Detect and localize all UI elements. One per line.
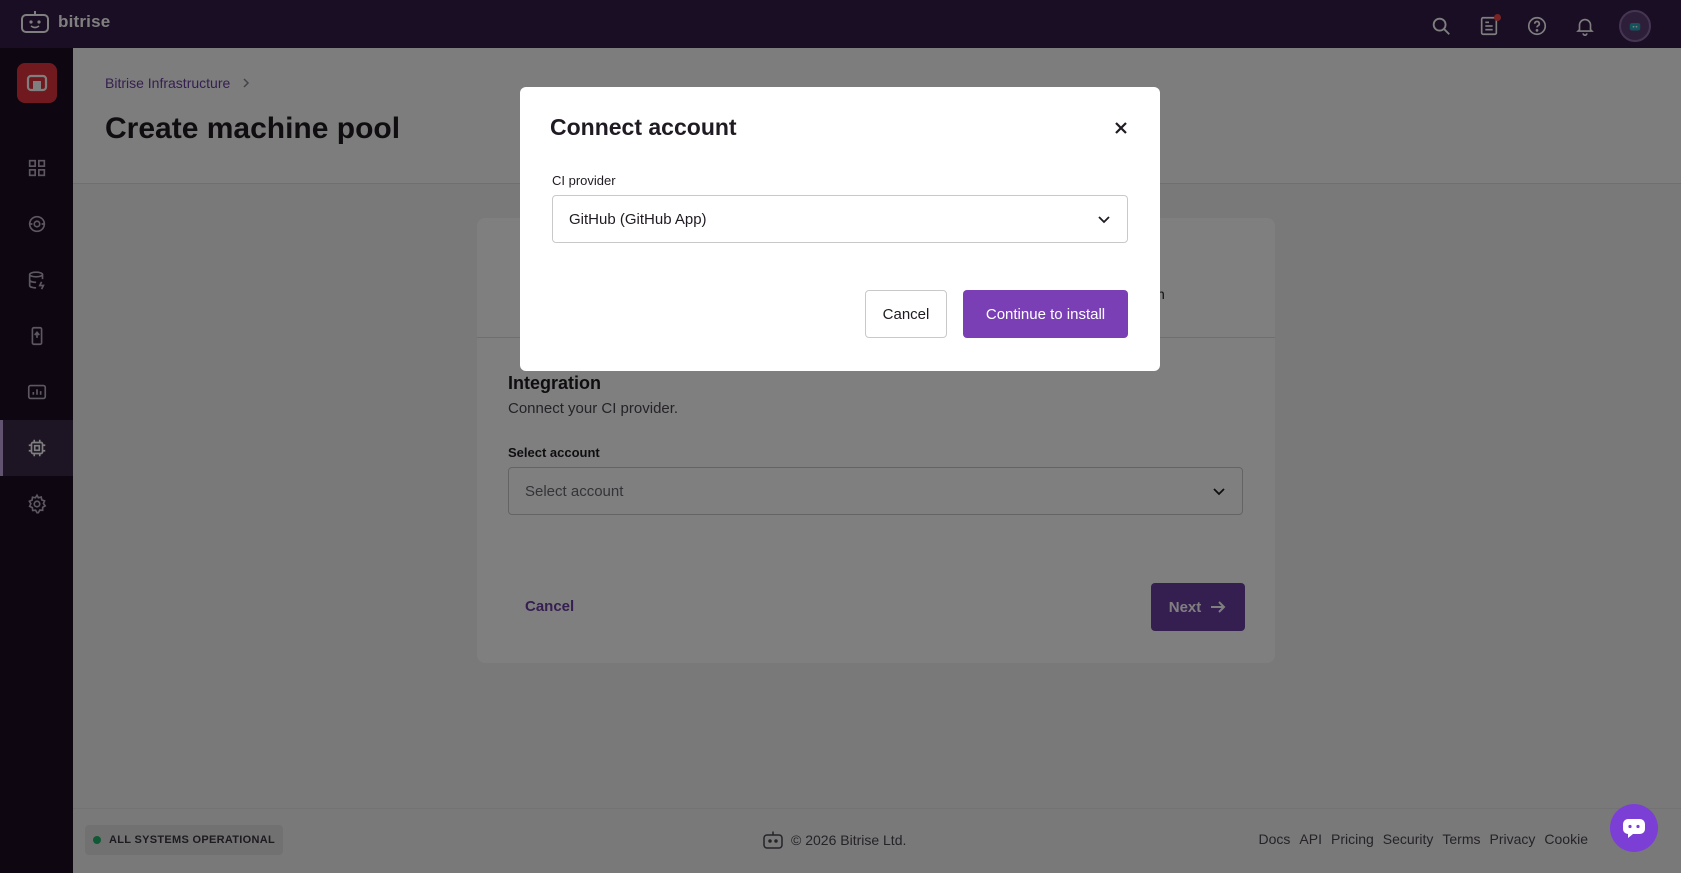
continue-to-install-button[interactable]: Continue to install [963,290,1128,338]
ci-provider-select[interactable]: GitHub (GitHub App) [552,195,1128,243]
modal-cancel-button[interactable]: Cancel [865,290,947,338]
modal-title: Connect account [550,114,737,140]
close-icon[interactable] [1110,117,1132,139]
chat-button[interactable] [1610,804,1658,852]
ci-provider-label: CI provider [552,173,616,188]
connect-account-modal: Connect account CI provider GitHub (GitH… [520,87,1160,371]
chat-icon [1623,819,1645,838]
ci-provider-value: GitHub (GitHub App) [569,210,707,228]
chevron-down-icon [1098,216,1110,224]
